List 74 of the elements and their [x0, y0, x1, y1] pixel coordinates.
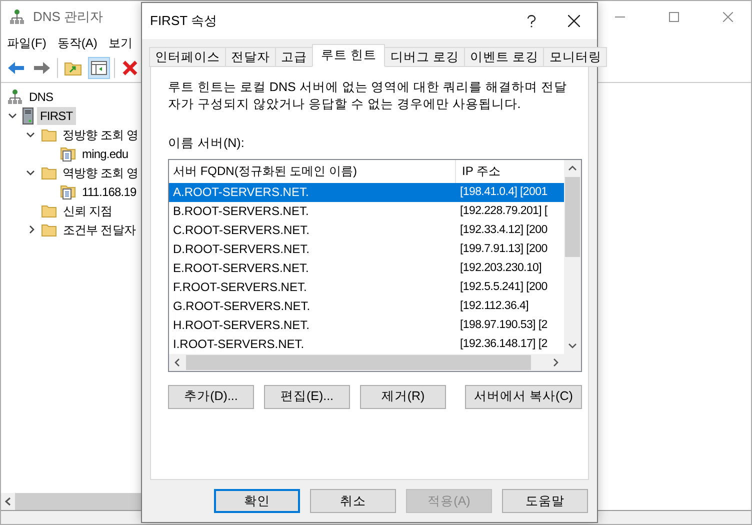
table-cell-text: E.ROOT-SERVERS.NET. [172, 260, 310, 278]
folder-icon [40, 166, 57, 180]
folder-icon [41, 222, 57, 236]
console-tree-icon[interactable] [88, 56, 110, 78]
server-row[interactable]: E.ROOT-SERVERS.NET. [192.203.230.10] [169, 258, 564, 278]
server-row[interactable]: C.ROOT-SERVERS.NET. [192.33.4.12] [200 [169, 220, 564, 240]
table-cell-text: [192.228.79.201] [ [459, 204, 548, 219]
tree-item[interactable]: DNS [26, 88, 56, 106]
dialog-button[interactable]: 취소 [310, 489, 396, 513]
vertical-scrollbar[interactable] [564, 160, 581, 354]
list-action-button[interactable]: 추가(D)... [168, 384, 254, 409]
server-row[interactable]: I.ROOT-SERVERS.NET. [192.36.148.17] [2 [169, 334, 564, 354]
table-cell-text: [192.112.36.4] [459, 298, 528, 314]
server-icon [22, 106, 34, 124]
table-cell-text: B.ROOT-SERVERS.NET. [172, 203, 310, 220]
scroll-left-icon[interactable] [1, 493, 15, 510]
network-icon [7, 88, 23, 104]
tree-item[interactable]: 조건부 전달자 [60, 220, 139, 238]
tree-item[interactable]: 정방향 조회 영 [60, 126, 141, 144]
table-cell-text: [198.97.190.53] [2 [459, 318, 548, 333]
dialog-button[interactable]: 확인 [214, 489, 300, 513]
help-icon[interactable] [526, 14, 536, 28]
tree-item[interactable]: 신뢰 지점 [60, 202, 116, 220]
folder-icon [41, 204, 57, 218]
dialog-button[interactable]: 도움말 [502, 489, 588, 513]
tree-item[interactable]: 111.168.19 [79, 182, 140, 200]
server-row[interactable]: D.ROOT-SERVERS.NET. [199.7.91.13] [200 [169, 240, 564, 259]
table-cell-text: C.ROOT-SERVERS.NET. [172, 222, 310, 240]
menu-item[interactable]: 보기 [108, 34, 132, 52]
table-cell-text: I.ROOT-SERVERS.NET. [172, 336, 306, 354]
chevron-right-icon[interactable] [26, 225, 36, 234]
table-cell-text: G.ROOT-SERVERS.NET. [172, 298, 312, 316]
column-header[interactable]: IP 주소 [456, 160, 564, 183]
maximize-icon[interactable] [669, 12, 679, 22]
table-cell-text: F.ROOT-SERVERS.NET. [172, 279, 308, 296]
table-cell-text: D.ROOT-SERVERS.NET. [172, 241, 310, 258]
list-action-button[interactable]: 제거(R) [360, 384, 446, 409]
list-action-button[interactable]: 서버에서 복사(C) [465, 384, 582, 409]
table-cell-text: [198.41.0.4] [2001 [459, 184, 548, 200]
document-folder-icon [60, 146, 76, 162]
server-row[interactable]: F.ROOT-SERVERS.NET. [192.5.5.241] [200 [169, 278, 564, 297]
folder-icon [40, 128, 57, 142]
table-cell-text: [192.203.230.10] [459, 260, 542, 276]
table-cell-text: H.ROOT-SERVERS.NET. [172, 317, 310, 334]
dialog-title: FIRST 속성 [150, 12, 217, 30]
close-icon[interactable] [568, 15, 580, 27]
network-icon [9, 9, 25, 25]
table-cell-text: [192.33.4.12] [200 [459, 222, 548, 238]
tab[interactable]: 인터페이스 [149, 47, 226, 67]
horizontal-scrollbar[interactable] [169, 354, 581, 371]
table-cell-text: [199.7.91.13] [200 [459, 242, 548, 257]
menu-item[interactable]: 파일(F) [7, 34, 46, 52]
tree-item[interactable]: 역방향 조회 영 [60, 164, 141, 182]
server-row[interactable]: H.ROOT-SERVERS.NET. [198.97.190.53] [2 [169, 316, 564, 335]
chevron-down-icon[interactable] [8, 111, 16, 120]
tree-item[interactable]: ming.edu [79, 144, 132, 162]
menu-item[interactable]: 동작(A) [57, 34, 98, 52]
document-folder-icon [60, 184, 76, 200]
table-cell-text: A.ROOT-SERVERS.NET. [172, 184, 310, 202]
window-title: DNS 관리자 [33, 8, 104, 26]
table-cell-text: [192.5.5.241] [200 [459, 280, 548, 295]
chevron-down-icon[interactable] [26, 130, 36, 139]
description-text: 루트 힌트는 로컬 DNS 서버에 없는 영역에 대한 쿼리를 해결하며 전달자가 구성되지 않았거나 응답할 수 없는 경우에만 사용됩니다. [168, 79, 568, 113]
tab[interactable]: 루트 힌트 [312, 44, 386, 67]
server-row[interactable]: A.ROOT-SERVERS.NET. [198.41.0.4] [2001 [169, 182, 564, 202]
list-action-button[interactable]: 편집(E)... [264, 384, 350, 409]
chevron-down-icon[interactable] [26, 168, 36, 177]
table-cell-text: [192.36.148.17] [2 [459, 336, 548, 352]
tab[interactable]: 모니터링 [543, 47, 608, 67]
server-row[interactable]: B.ROOT-SERVERS.NET. [192.228.79.201] [ [169, 202, 564, 221]
horizontal-scrollbar[interactable] [1, 493, 142, 510]
server-row[interactable]: G.ROOT-SERVERS.NET. [192.112.36.4] [169, 296, 564, 316]
tree-item[interactable]: FIRST [37, 106, 76, 124]
list-label: 이름 서버(N): [168, 135, 246, 152]
